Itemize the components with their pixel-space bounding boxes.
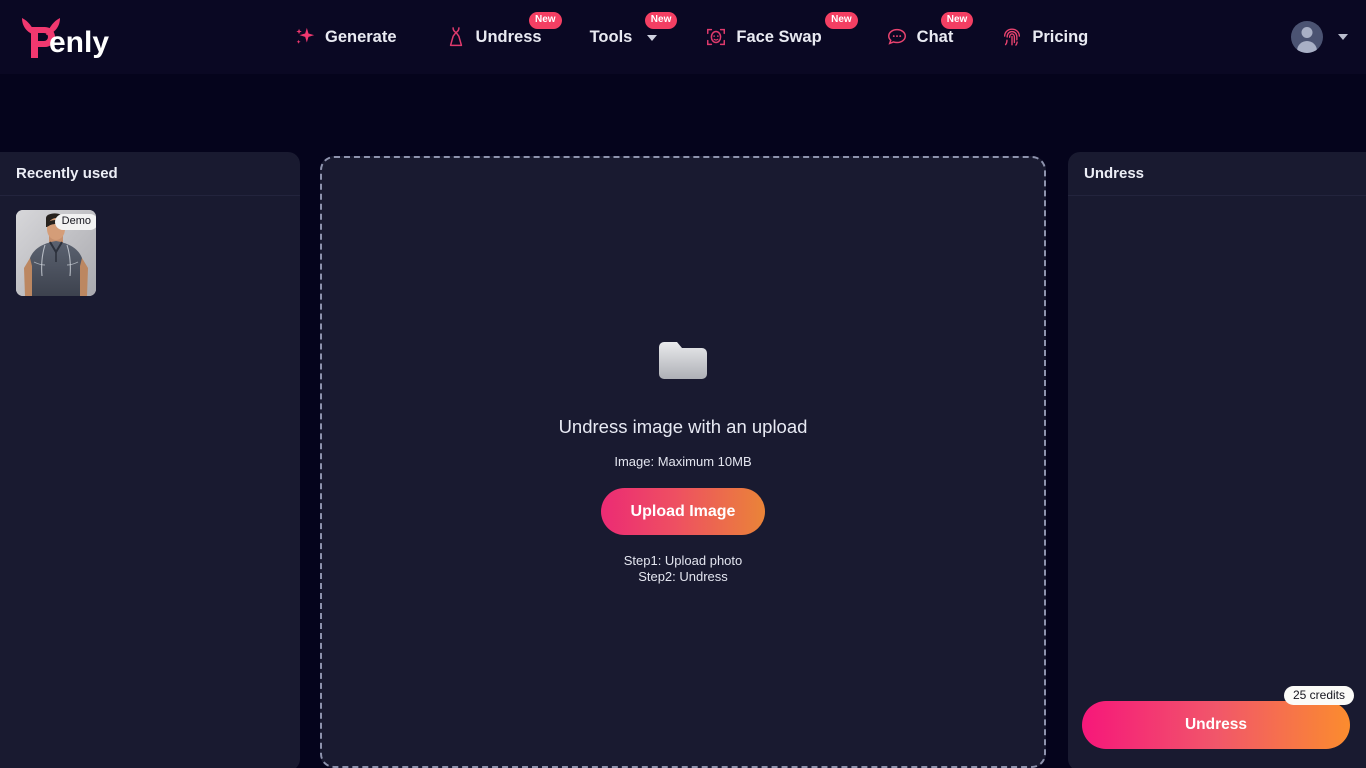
demo-badge: Demo [54,214,96,230]
undress-panel: Undress 25 credits Undress [1068,152,1366,768]
chevron-down-icon [647,35,658,41]
recently-used-panel: Recently used Demo [0,152,300,768]
user-avatar-icon [1291,21,1323,53]
fingerprint-icon [1001,26,1023,48]
badge-new: New [529,12,562,29]
panel-title: Undress [1068,152,1366,196]
nav-label: Face Swap [736,27,822,46]
workspace: Recently used Demo Undress image with an… [0,74,1366,768]
undress-panel-body: 25 credits Undress [1068,196,1366,768]
nav-label: Pricing [1032,27,1089,46]
brand-logo[interactable]: enly [16,14,120,60]
sparkle-icon [294,26,316,48]
penly-logo-icon: enly [22,18,109,59]
dropzone-steps: Step1: Upload photo Step2: Undress [624,553,743,586]
badge-new: New [644,12,678,29]
upload-dropzone[interactable]: Undress image with an upload Image: Maxi… [320,156,1046,768]
app-header: enly Generate Undress New Tools New Face… [0,0,1366,74]
face-scan-icon [705,26,727,48]
credits-badge: 25 credits [1283,686,1354,705]
main-navigation: Generate Undress New Tools New Face Swap… [270,0,1112,74]
step-1: Step1: Upload photo [623,552,743,568]
dropzone-title: Undress image with an upload [558,415,808,437]
nav-label: Tools [589,27,633,46]
badge-new: New [825,12,858,29]
nav-item-undress[interactable]: Undress New [421,0,566,74]
dress-icon [445,26,467,48]
nav-label: Undress [475,27,542,46]
upload-image-button[interactable]: Upload Image [600,487,766,535]
nav-label: Generate [325,27,397,46]
account-menu[interactable] [1291,21,1348,53]
nav-item-tools[interactable]: Tools New [566,0,682,74]
chat-bubble-icon [886,26,908,48]
panel-title: Recently used [0,152,300,196]
step-2: Step2: Undress [638,569,728,584]
dropzone-subtitle: Image: Maximum 10MB [614,453,752,469]
undress-action-area: 25 credits Undress [1082,686,1354,749]
nav-label: Chat [916,27,954,46]
list-item[interactable]: Demo [16,210,96,296]
undress-button[interactable]: Undress [1082,701,1350,749]
nav-item-pricing[interactable]: Pricing [977,0,1112,74]
nav-item-generate[interactable]: Generate [270,0,421,74]
chevron-down-icon [1338,34,1348,40]
svg-text:enly: enly [49,26,109,59]
badge-new: New [940,12,974,29]
recently-used-list: Demo [0,196,300,310]
folder-icon [656,339,710,390]
nav-item-chat[interactable]: Chat New [862,0,978,74]
nav-item-face-swap[interactable]: Face Swap New [681,0,861,74]
